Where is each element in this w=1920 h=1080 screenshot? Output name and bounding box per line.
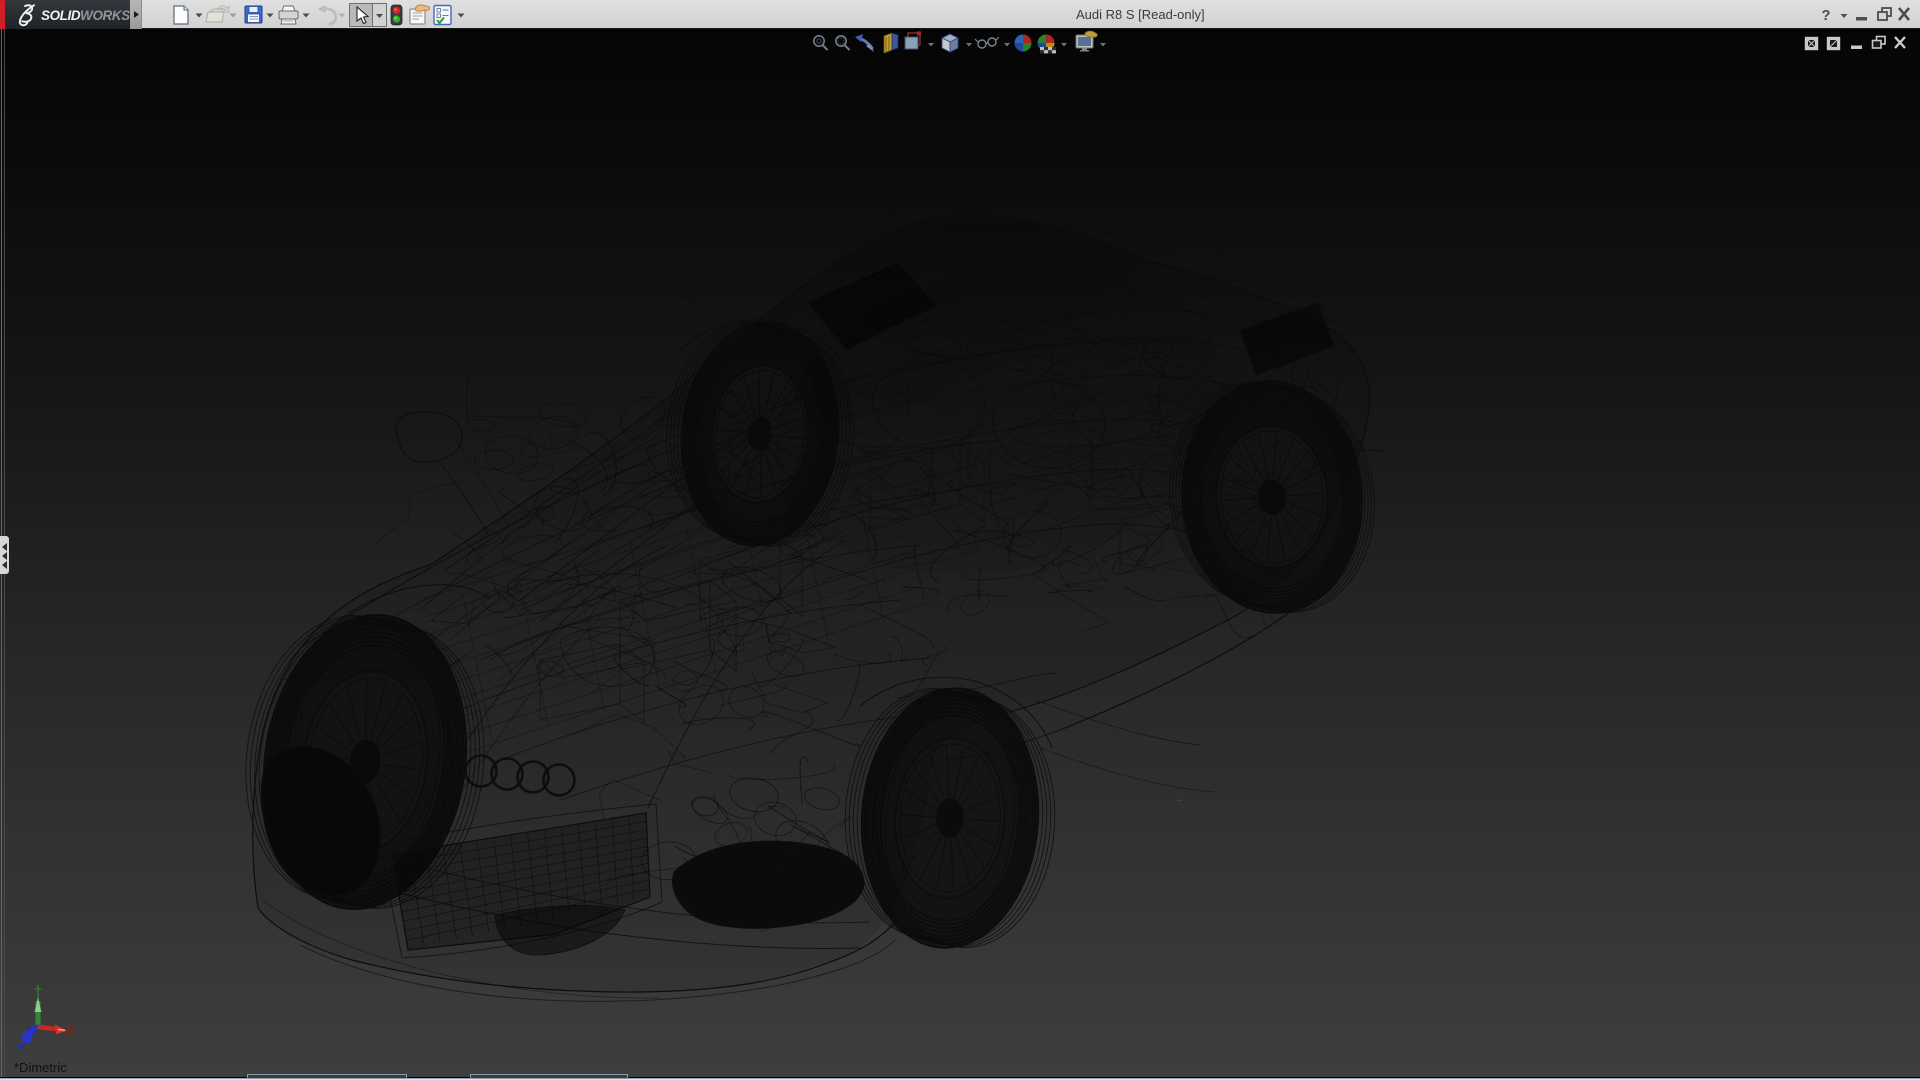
svg-text:?: ? — [1821, 7, 1830, 24]
